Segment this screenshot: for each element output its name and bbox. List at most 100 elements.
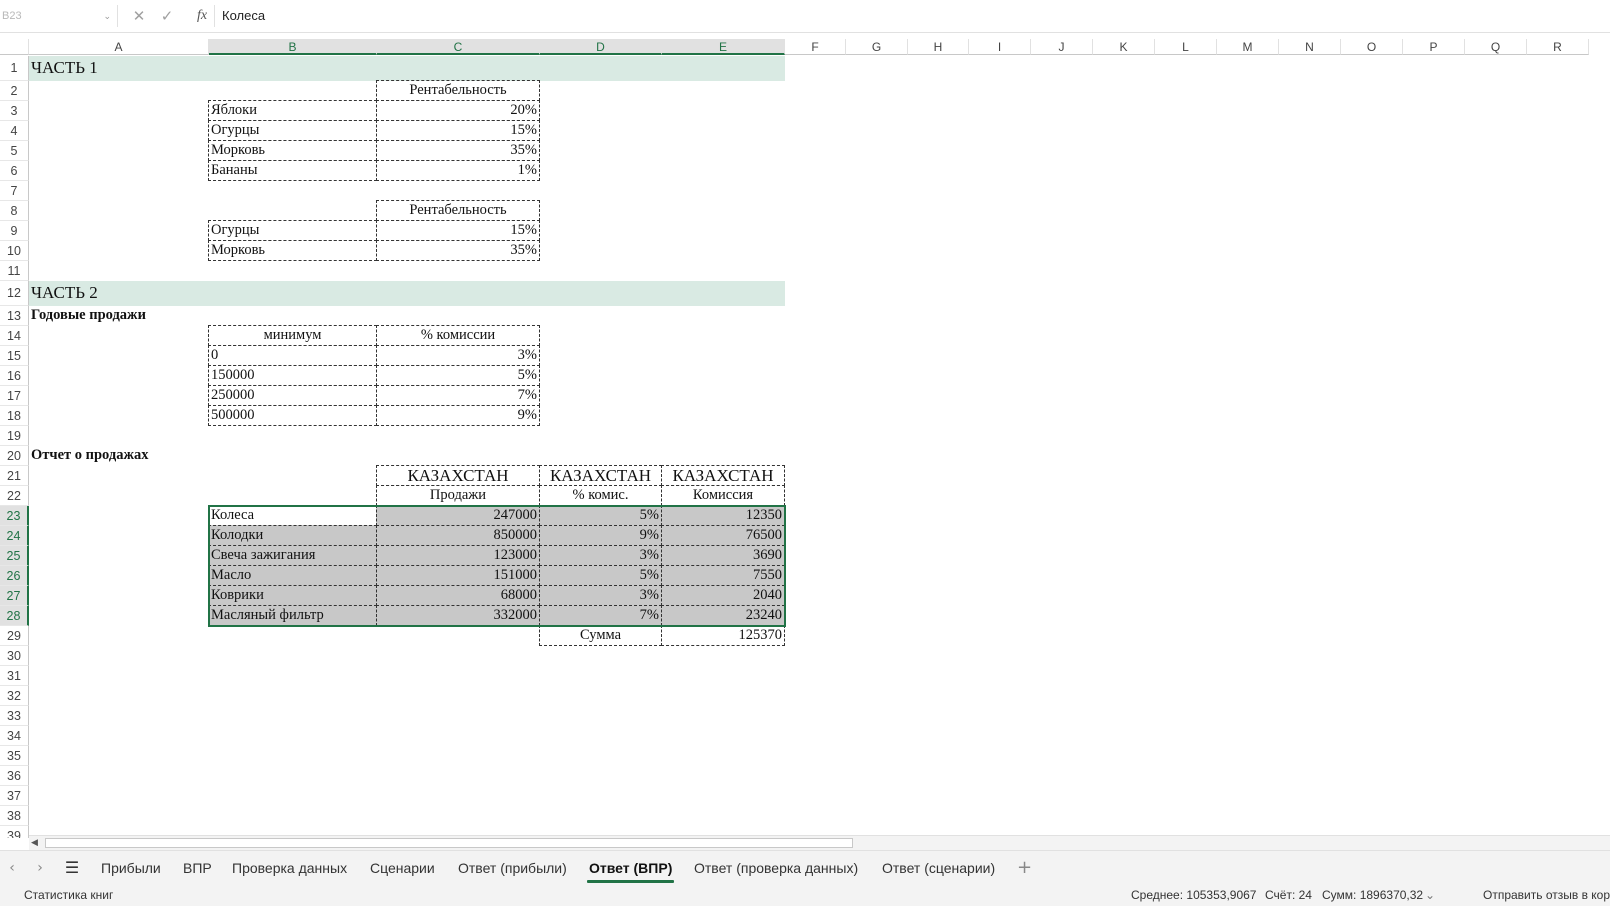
table2-header[interactable]: Рентабельность [376, 200, 540, 221]
sheet-tab[interactable]: Сценарии [368, 851, 437, 885]
row-header[interactable]: 19 [0, 426, 29, 446]
row-header[interactable]: 22 [0, 486, 29, 506]
column-header-l[interactable]: L [1155, 39, 1217, 55]
row-header[interactable]: 23 [0, 506, 29, 526]
row-header[interactable]: 4 [0, 121, 29, 141]
row-header[interactable]: 26 [0, 566, 29, 586]
sheet-tab[interactable]: Проверка данных [230, 851, 349, 885]
annual-sales-min-cell[interactable]: 500000 [208, 405, 377, 426]
sales-row-pct[interactable]: 5% [539, 565, 662, 586]
column-header-a[interactable]: A [29, 39, 209, 55]
column-header-n[interactable]: N [1279, 39, 1341, 55]
row-header[interactable]: 27 [0, 586, 29, 606]
sales-row-name[interactable]: Масляный фильтр [208, 605, 377, 626]
row-header[interactable]: 6 [0, 161, 29, 181]
row-header[interactable]: 16 [0, 366, 29, 386]
annual-sales-pct-cell[interactable]: 7% [376, 385, 540, 406]
row-header[interactable]: 35 [0, 746, 29, 766]
table2-name-cell[interactable]: Морковь [208, 240, 377, 261]
sales-row-name[interactable]: Коврики [208, 585, 377, 606]
row-header[interactable]: 34 [0, 726, 29, 746]
row-header[interactable]: 38 [0, 806, 29, 826]
annual-sales-pct-cell[interactable]: 3% [376, 345, 540, 366]
table1-value-cell[interactable]: 35% [376, 140, 540, 161]
column-header-d[interactable]: D [540, 39, 662, 55]
row-header[interactable]: 24 [0, 526, 29, 546]
column-header-e[interactable]: E [662, 39, 785, 55]
row-header[interactable]: 32 [0, 686, 29, 706]
annual-sales-min-cell[interactable]: 250000 [208, 385, 377, 406]
table1-value-cell[interactable]: 15% [376, 120, 540, 141]
sales-row-name[interactable]: Свеча зажигания [208, 545, 377, 566]
sum-label[interactable]: Сумма [539, 625, 662, 646]
region-header[interactable]: КАЗАХСТАН [376, 465, 540, 486]
column-header-i[interactable]: I [969, 39, 1031, 55]
sheet-tab[interactable]: ВПР [181, 851, 214, 885]
prev-sheet-icon[interactable]: ‹ [0, 851, 24, 885]
row-header[interactable]: 18 [0, 406, 29, 426]
x-icon[interactable]: ✕ [127, 5, 151, 27]
annual-sales-title[interactable]: Годовые продажи [29, 306, 377, 326]
sheet-tab[interactable]: Ответ (ВПР) [587, 851, 675, 885]
sheet-tab[interactable]: Ответ (проверка данных) [692, 851, 860, 885]
column-header-q[interactable]: Q [1465, 39, 1527, 55]
scrollbar-thumb[interactable] [45, 838, 853, 848]
sales-report-header[interactable]: Продажи [376, 485, 540, 506]
sales-row-commission[interactable]: 2040 [661, 585, 785, 606]
column-header-j[interactable]: J [1031, 39, 1093, 55]
region-header[interactable]: КАЗАХСТАН [539, 465, 662, 486]
row-header[interactable]: 36 [0, 766, 29, 786]
check-icon[interactable]: ✓ [155, 5, 179, 27]
table1-value-cell[interactable]: 20% [376, 100, 540, 121]
row-header[interactable]: 12 [0, 281, 29, 306]
column-header-o[interactable]: O [1341, 39, 1403, 55]
sales-row-commission[interactable]: 3690 [661, 545, 785, 566]
sales-row-commission[interactable]: 76500 [661, 525, 785, 546]
part2-heading[interactable]: ЧАСТЬ 2 [29, 281, 662, 306]
row-header[interactable]: 5 [0, 141, 29, 161]
sales-row-sales[interactable]: 123000 [376, 545, 540, 566]
hamburger-icon[interactable]: ☰ [60, 851, 84, 885]
sales-report-header[interactable]: % комис. [539, 485, 662, 506]
row-header[interactable]: 9 [0, 221, 29, 241]
sales-row-pct[interactable]: 3% [539, 585, 662, 606]
column-header-m[interactable]: M [1217, 39, 1279, 55]
row-header[interactable]: 37 [0, 786, 29, 806]
row-header[interactable]: 8 [0, 201, 29, 221]
sales-row-name[interactable]: Колодки [208, 525, 377, 546]
column-header-c[interactable]: C [377, 39, 540, 55]
row-header[interactable]: 15 [0, 346, 29, 366]
sales-row-commission[interactable]: 7550 [661, 565, 785, 586]
row-header[interactable]: 29 [0, 626, 29, 646]
sales-row-commission[interactable]: 23240 [661, 605, 785, 626]
table1-name-cell[interactable]: Морковь [208, 140, 377, 161]
row-header[interactable]: 25 [0, 546, 29, 566]
horizontal-scrollbar[interactable]: ◀ [29, 835, 1610, 850]
row-header[interactable]: 10 [0, 241, 29, 261]
scroll-left-icon[interactable]: ◀ [31, 836, 38, 850]
spreadsheet-grid[interactable]: ABCDEFGHIJKLMNOPQR 1 2 3 4 5 6 7 8 9 10 11 12 13 14 15… [0, 32, 1610, 838]
next-sheet-icon[interactable]: › [28, 851, 52, 885]
sales-row-commission[interactable]: 12350 [661, 505, 785, 526]
sheet-tab[interactable]: Ответ (сценарии) [880, 851, 997, 885]
sales-report-header[interactable]: Комиссия [661, 485, 785, 506]
sales-row-name[interactable]: Колеса [208, 505, 377, 526]
annual-sales-min-cell[interactable]: 0 [208, 345, 377, 366]
workbook-statistics[interactable]: Статистика книг [24, 884, 113, 906]
annual-sales-pct-cell[interactable]: 5% [376, 365, 540, 386]
row-header[interactable]: 1 [0, 56, 29, 81]
plus-icon[interactable]: + [1017, 851, 1032, 885]
sum-value[interactable]: 125370 [661, 625, 785, 646]
column-header-h[interactable]: H [908, 39, 969, 55]
column-header-k[interactable]: K [1093, 39, 1155, 55]
table1-name-cell[interactable]: Огурцы [208, 120, 377, 141]
row-header[interactable]: 2 [0, 81, 29, 101]
formula-input[interactable]: Колеса [222, 5, 265, 27]
row-header[interactable]: 28 [0, 606, 29, 626]
feedback-link[interactable]: Отправить отзыв в кор [1483, 884, 1610, 906]
column-header-r[interactable]: R [1527, 39, 1589, 55]
chevron-down-icon[interactable]: ⌄ [103, 5, 111, 27]
table2-value-cell[interactable]: 15% [376, 220, 540, 241]
sales-row-pct[interactable]: 7% [539, 605, 662, 626]
row-header[interactable]: 11 [0, 261, 29, 281]
